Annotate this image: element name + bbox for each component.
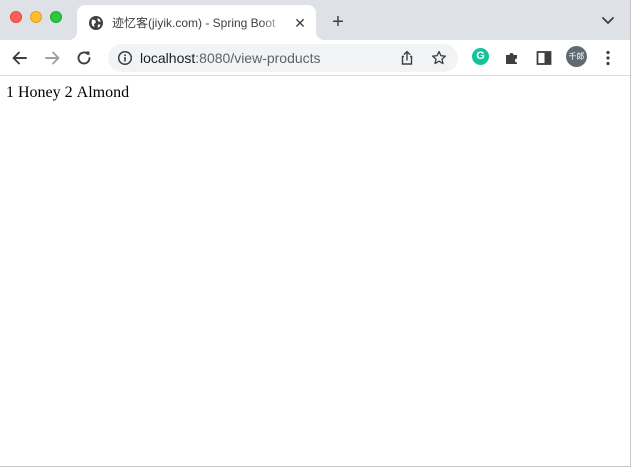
extensions-puzzle-icon[interactable] bbox=[501, 47, 523, 69]
browser-toolbar: localhost:8080/view-products G 千郎 bbox=[0, 40, 630, 76]
product-id: 1 bbox=[6, 84, 14, 101]
tab-title: 迹忆客(jiyik.com) - Spring Boot bbox=[112, 16, 276, 30]
side-panel-icon[interactable] bbox=[533, 47, 555, 69]
tab-active[interactable]: 迹忆客(jiyik.com) - Spring Boot ✕ bbox=[77, 5, 316, 40]
product-name: Honey bbox=[18, 84, 61, 101]
tab-strip: 迹忆客(jiyik.com) - Spring Boot ✕ + bbox=[0, 0, 630, 40]
browser-window: 迹忆客(jiyik.com) - Spring Boot ✕ + localho… bbox=[0, 0, 631, 467]
product-id: 2 bbox=[64, 84, 73, 101]
window-close-button[interactable] bbox=[10, 11, 22, 23]
back-icon[interactable] bbox=[9, 47, 31, 69]
url-host: localhost bbox=[140, 50, 196, 66]
tab-close-icon[interactable]: ✕ bbox=[292, 15, 308, 31]
forward-icon[interactable] bbox=[41, 47, 63, 69]
window-maximize-button[interactable] bbox=[50, 11, 62, 23]
globe-icon bbox=[89, 16, 103, 30]
product-list: 1 Honey 2 Almond bbox=[6, 84, 133, 102]
chevron-down-icon[interactable] bbox=[598, 13, 618, 29]
url-text[interactable]: localhost:8080/view-products bbox=[140, 49, 321, 67]
window-minimize-button[interactable] bbox=[30, 11, 42, 23]
product-name: Almond bbox=[76, 84, 130, 101]
page-content: 1 Honey 2 Almond bbox=[0, 76, 630, 466]
star-icon[interactable] bbox=[431, 50, 447, 66]
url-path: :8080/view-products bbox=[195, 50, 321, 66]
info-icon[interactable] bbox=[117, 50, 133, 66]
more-menu-icon[interactable] bbox=[597, 47, 619, 69]
grammarly-extension-icon[interactable]: G bbox=[472, 48, 489, 65]
share-icon[interactable] bbox=[399, 50, 415, 66]
reload-icon[interactable] bbox=[73, 47, 95, 69]
address-bar[interactable]: localhost:8080/view-products bbox=[108, 44, 458, 72]
profile-avatar[interactable]: 千郎 bbox=[566, 46, 587, 67]
new-tab-button[interactable]: + bbox=[328, 12, 348, 32]
